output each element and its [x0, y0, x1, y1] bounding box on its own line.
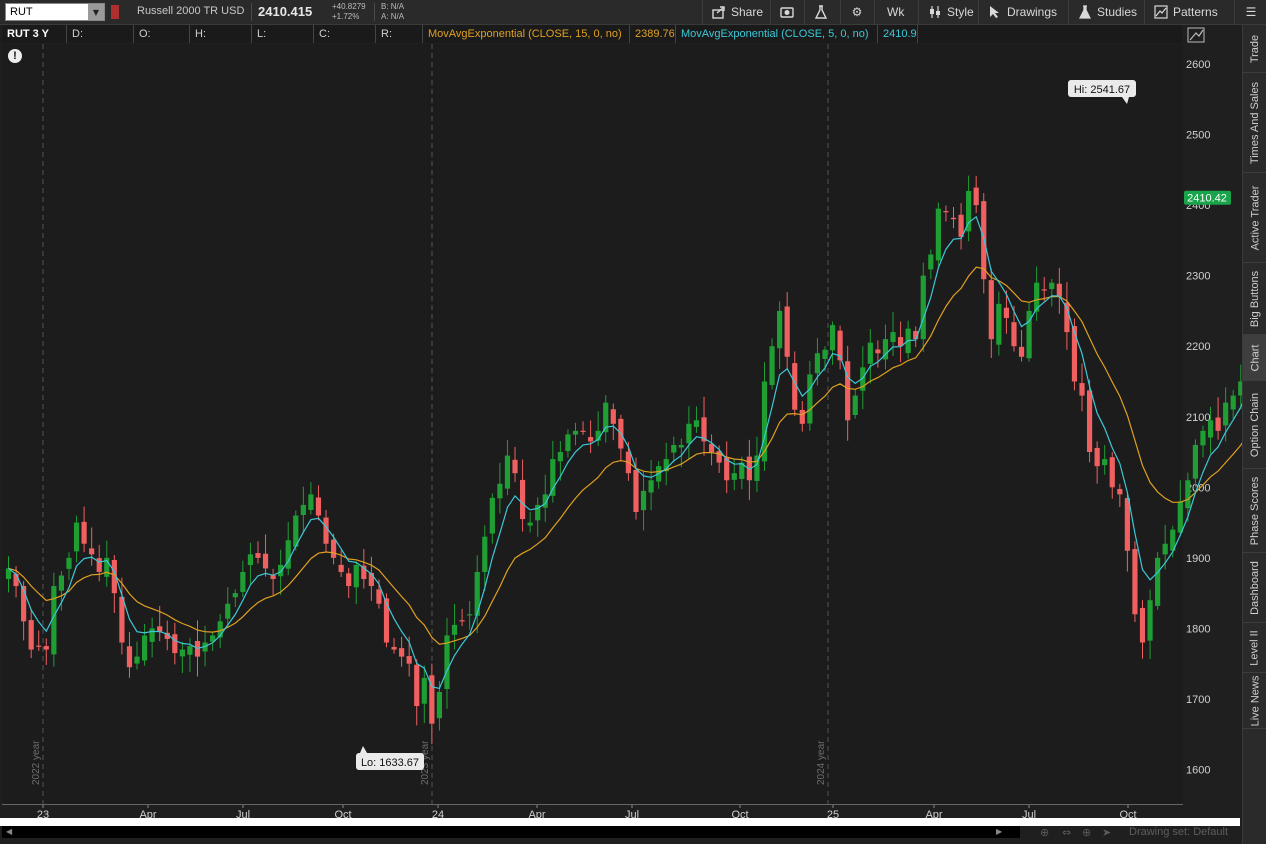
lab-button[interactable]	[804, 0, 840, 24]
top-toolbar: RUT ▼ Russell 2000 TR USD 2410.415 +40.8…	[0, 0, 1266, 25]
last-price: 2410.415	[258, 4, 313, 19]
sidebar-tab-label: Trade	[1249, 34, 1262, 63]
candles-icon	[927, 4, 943, 20]
crosshair-icon[interactable]: ⊕	[1082, 826, 1091, 839]
drawings-button[interactable]: Drawings	[978, 0, 1068, 24]
alert-icon[interactable]: !	[8, 49, 22, 63]
sidebar-tab-label: Live News	[1249, 675, 1261, 726]
symbol-input[interactable]: RUT	[10, 6, 33, 18]
info-date: D: 11/24/25	[67, 25, 134, 58]
sidebar-tab-level-ii[interactable]: Level II	[1243, 623, 1266, 673]
ema5-label[interactable]: MovAvgExponential (CLOSE, 5, 0, no)	[676, 25, 878, 43]
snapshot-button[interactable]	[770, 0, 804, 24]
divider	[251, 3, 252, 21]
flask-icon	[1077, 4, 1093, 20]
studies-button[interactable]: Studies	[1068, 0, 1144, 24]
right-sidebar: Trade Times And Sales Active Trader Big But…	[1242, 25, 1266, 844]
bid: B: N/A	[381, 2, 405, 11]
aggregation-label: Wk	[887, 5, 905, 19]
chart-info-bar: RUT 3 Y W D: 11/24/25 O: 2372.8 H: 2414.…	[2, 25, 1182, 58]
sidebar-tab-label: Active Trader	[1249, 185, 1261, 250]
scroll-right-icon[interactable]: ▶	[996, 826, 1002, 838]
share-button[interactable]: Share	[702, 0, 770, 24]
sidebar-tab-label: Chart	[1249, 344, 1261, 371]
studies-label: Studies	[1097, 5, 1138, 19]
sidebar-tab-active-trader[interactable]: Active Trader	[1243, 173, 1266, 263]
info-open: O: 2372.8	[134, 25, 190, 58]
chart-title: RUT 3 Y W	[2, 25, 67, 58]
symbol-input-box[interactable]: RUT ▼	[5, 3, 105, 21]
info-high: H: 2414.49	[190, 25, 252, 58]
drawings-label: Drawings	[1007, 5, 1058, 19]
sidebar-tab-chart[interactable]: Chart	[1243, 335, 1266, 381]
gear-icon: ⚙	[851, 5, 863, 19]
net-change: +40.8279	[332, 2, 366, 11]
menu-icon: ☰	[1245, 5, 1257, 19]
aggregation-button[interactable]: Wk	[874, 0, 918, 24]
sidebar-tab-dashboard[interactable]: Dashboard	[1243, 553, 1266, 623]
cursor-icon[interactable]: ➤	[1102, 826, 1111, 839]
drawing-set-label[interactable]: Drawing set: Default	[1129, 826, 1228, 838]
symbol-description: Russell 2000 TR USD	[137, 5, 245, 17]
ema15-label[interactable]: MovAvgExponential (CLOSE, 15, 0, no)	[423, 25, 630, 43]
info-range: R: 42.15	[376, 25, 423, 58]
sidebar-tab-times-and-sales[interactable]: Times And Sales	[1243, 73, 1266, 173]
info-close: C: 2410.42	[314, 25, 376, 58]
patterns-button[interactable]: Patterns	[1144, 0, 1234, 24]
price-axis-panel	[1183, 25, 1240, 820]
sidebar-tab-live-news[interactable]: Live News	[1243, 673, 1266, 729]
divider	[374, 3, 375, 21]
sidebar-tab-label: Big Buttons	[1249, 270, 1262, 327]
info-low: L: 2372.34	[252, 25, 314, 58]
sidebar-tab-label: Phase Scores	[1249, 476, 1262, 545]
share-label: Share	[731, 5, 764, 19]
price-change: +40.8279 +1.72%	[332, 2, 366, 22]
settings-button[interactable]: ⚙	[840, 0, 874, 24]
ema5-value: 2410.9	[878, 25, 918, 43]
sidebar-tab-trade[interactable]: Trade	[1243, 25, 1266, 73]
scroll-left-icon[interactable]: ◀	[6, 826, 12, 838]
chart-canvas[interactable]	[2, 44, 1183, 804]
sidebar-tab-label: Level II	[1249, 629, 1261, 666]
sidebar-tab-big-buttons[interactable]: Big Buttons	[1243, 263, 1266, 335]
cursor-icon	[987, 4, 1003, 20]
camera-icon	[779, 4, 795, 20]
zoom-icon[interactable]: ⊕	[1040, 826, 1049, 839]
menu-button[interactable]: ☰	[1234, 0, 1266, 24]
ask: A: N/A	[381, 12, 405, 21]
bid-ask: B: N/A A: N/A	[381, 2, 404, 22]
patterns-label: Patterns	[1173, 5, 1218, 19]
sidebar-tab-option-chain[interactable]: Option Chain	[1243, 381, 1266, 469]
percent-change: +1.72%	[332, 12, 360, 21]
ema15-value: 2389.76	[630, 25, 676, 43]
chevron-down-icon[interactable]: ▼	[88, 4, 104, 20]
sidebar-tab-label: Dashboard	[1249, 560, 1262, 615]
horizontal-scrollbar[interactable]: ◀ ▶	[2, 826, 1020, 838]
sidebar-tab-label: Times And Sales	[1249, 81, 1262, 164]
share-icon	[711, 4, 727, 20]
sidebar-tab-phase-scores[interactable]: Phase Scores	[1243, 469, 1266, 553]
pattern-icon	[1153, 4, 1169, 20]
style-button[interactable]: Style	[918, 0, 978, 24]
flag-icon[interactable]	[111, 5, 119, 19]
style-label: Style	[947, 5, 974, 19]
pan-icon[interactable]: ⇔	[1062, 826, 1071, 839]
sidebar-tab-label: Option Chain	[1249, 392, 1261, 457]
flask-icon	[813, 4, 829, 20]
